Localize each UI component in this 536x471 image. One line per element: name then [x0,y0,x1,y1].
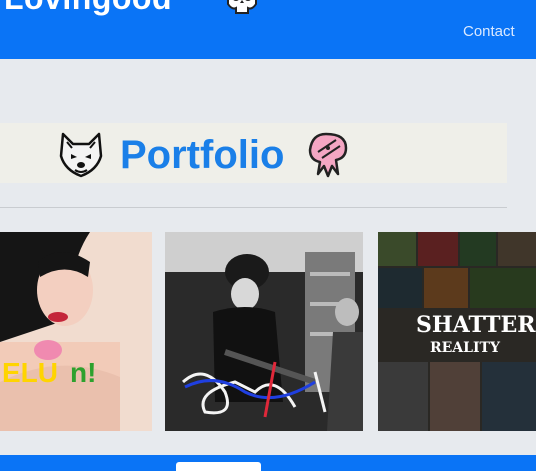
nav-contact-link[interactable]: Contact [463,23,515,40]
footer-tab[interactable] [176,462,261,471]
collage-image: SHATTERED REALITY [378,232,536,431]
wolf-icon [59,132,103,178]
site-header: Lovingood Contact [0,0,536,59]
portfolio-thumb-1[interactable]: ELU n! [0,232,152,431]
portrait-image: ELU n! [0,232,152,431]
site-footer [0,455,536,471]
portfolio-thumb-2[interactable] [165,232,363,431]
svg-text:n!: n! [70,357,96,388]
squid-icon [308,132,348,178]
svg-text:REALITY: REALITY [430,340,501,356]
svg-text:SHATTERED: SHATTERED [416,312,536,338]
skull-icon [227,0,257,14]
portfolio-thumb-3[interactable]: SHATTERED REALITY [378,232,536,431]
section-divider [0,207,507,208]
svg-text:ELU: ELU [2,357,58,388]
site-brand[interactable]: Lovingood [4,0,172,17]
band-photo-image [165,232,363,431]
page-title: Portfolio [120,133,285,177]
